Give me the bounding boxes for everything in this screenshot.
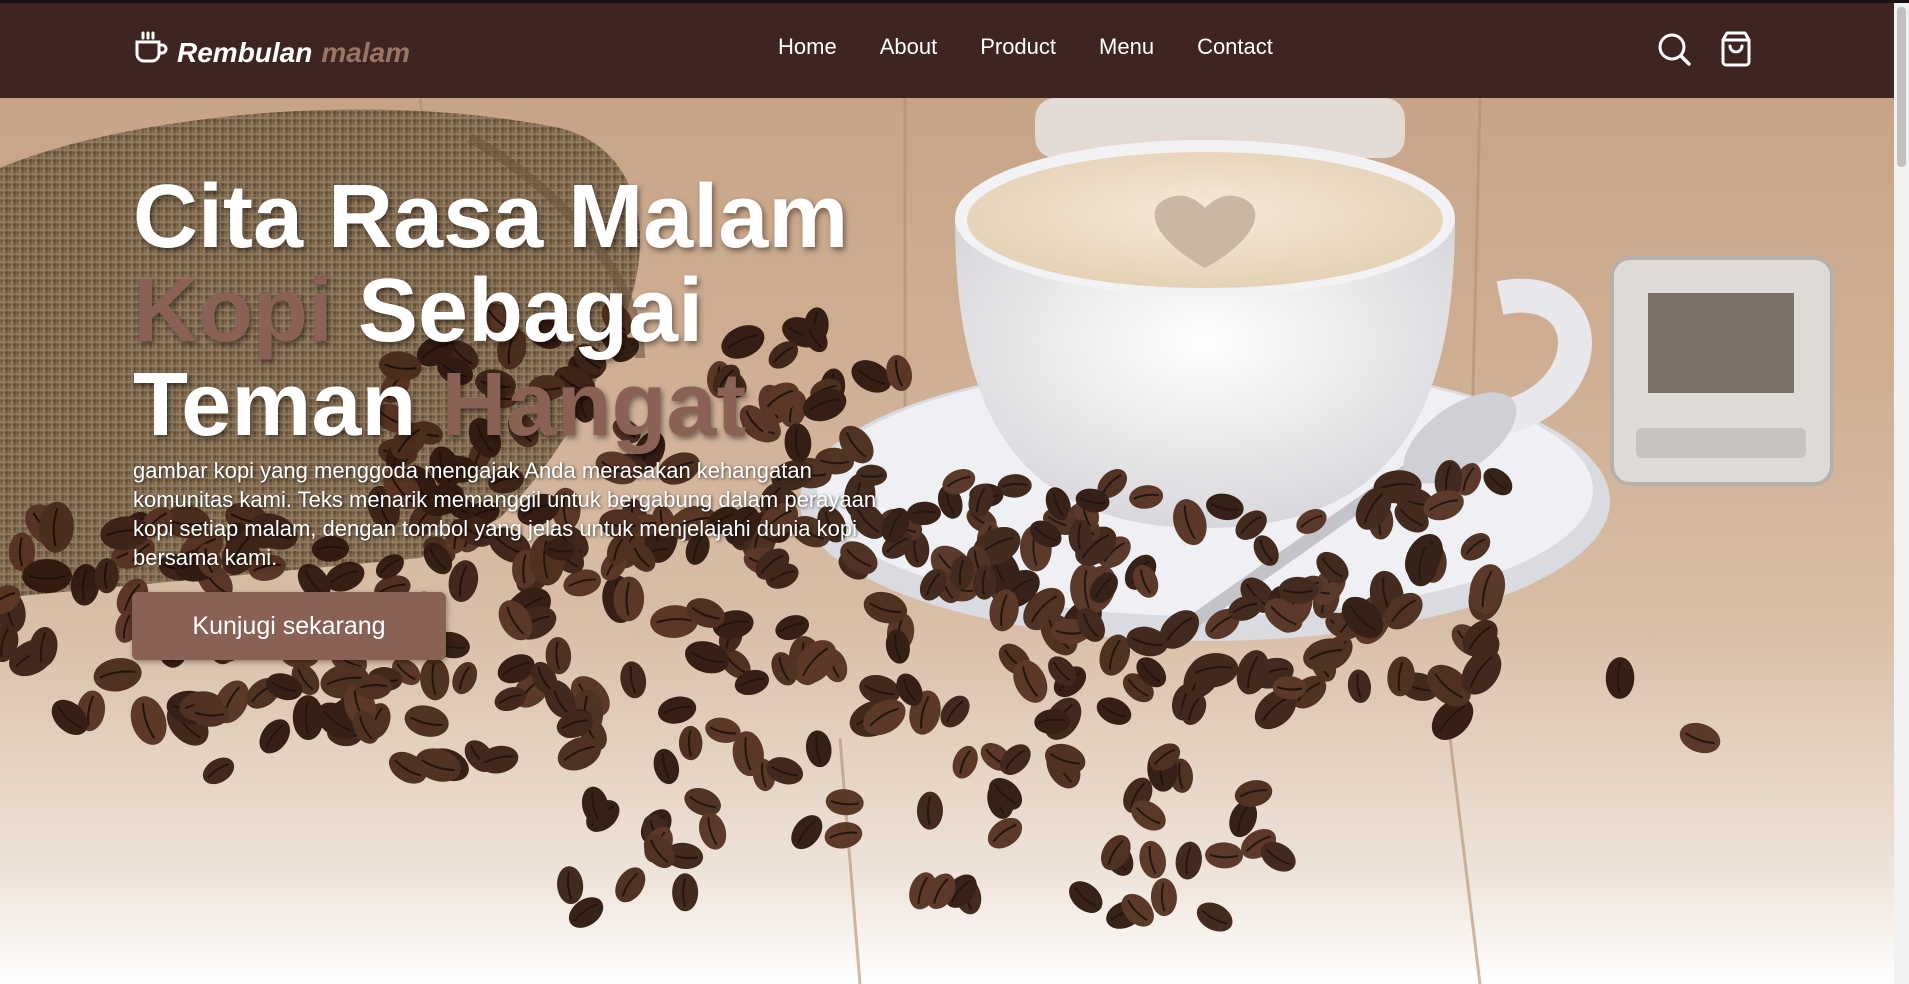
hero-title-kopi: Kopi xyxy=(133,261,333,361)
nav-link-contact[interactable]: Contact xyxy=(1197,34,1273,60)
search-icon[interactable] xyxy=(1656,30,1692,68)
brand-name: Rembulan malam xyxy=(177,37,410,69)
nav-link-product[interactable]: Product xyxy=(980,34,1056,60)
hero-title: Cita Rasa Malam Kopi Sebagai Teman Hanga… xyxy=(133,170,933,452)
nav-link-menu[interactable]: Menu xyxy=(1099,34,1154,60)
nav-link-home[interactable]: Home xyxy=(778,34,837,60)
nav-links: Home About Product Menu Contact xyxy=(778,34,1316,60)
hero-description: gambar kopi yang menggoda mengajak Anda … xyxy=(133,458,877,570)
coffee-cup-icon xyxy=(135,31,168,63)
shopping-bag-icon[interactable] xyxy=(1718,30,1754,68)
hero-section: Cita Rasa Malam Kopi Sebagai Teman Hanga… xyxy=(0,98,1894,984)
nav-icons xyxy=(1656,30,1754,68)
hero-title-hangat: Hangat xyxy=(441,355,747,455)
navbar: Rembulan malam Home About Product Menu Co… xyxy=(0,3,1894,98)
hero-title-line1: Cita Rasa Malam xyxy=(133,167,849,267)
scrollbar[interactable] xyxy=(1894,3,1909,984)
hero-title-teman: Teman xyxy=(133,355,417,455)
brand-name-main: Rembulan xyxy=(177,37,313,68)
brand-logo[interactable]: Rembulan malam xyxy=(133,27,410,69)
scrollbar-thumb[interactable] xyxy=(1897,7,1906,167)
brand-name-accent: malam xyxy=(321,37,411,68)
phone-graphic xyxy=(1610,256,1834,486)
visit-now-button[interactable]: Kunjugi sekarang xyxy=(132,592,446,660)
nav-link-about[interactable]: About xyxy=(880,34,938,60)
hero-title-sebagai: Sebagai xyxy=(357,261,704,361)
